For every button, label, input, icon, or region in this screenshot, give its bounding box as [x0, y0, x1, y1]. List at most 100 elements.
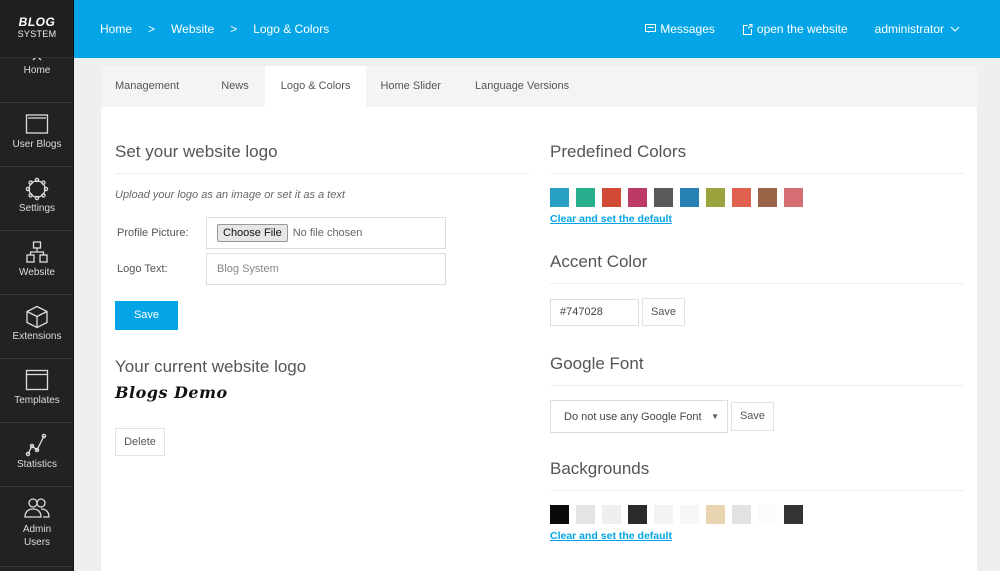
line-chart-icon: [25, 433, 47, 457]
users-icon: [24, 498, 50, 518]
sidebar-label: User Blogs: [12, 139, 62, 150]
background-swatch[interactable]: [758, 505, 777, 524]
divider: [550, 283, 964, 284]
tab-management[interactable]: Management: [101, 66, 207, 107]
logo-hint: Upload your logo as an image or set it a…: [115, 189, 345, 201]
profile-picture-row: Profile Picture: Choose File No file cho…: [115, 217, 529, 249]
logo-text-row: Logo Text: Blog System: [115, 253, 529, 285]
delete-logo-button[interactable]: Delete: [115, 428, 165, 456]
brand-line2: SYSTEM: [17, 29, 57, 39]
background-swatch[interactable]: [576, 505, 595, 524]
clear-colors-link[interactable]: Clear and set the default: [550, 213, 672, 225]
background-swatches: [550, 505, 964, 524]
current-logo-title: Your current website logo: [115, 357, 307, 376]
background-swatch[interactable]: [550, 505, 569, 524]
save-font-button[interactable]: Save: [731, 402, 774, 431]
main-panel: Management News Logo & Colors Home Slide…: [101, 66, 977, 571]
sidebar-item-admin-users[interactable]: Admin Users: [0, 487, 73, 567]
chevron-down-icon: [950, 26, 960, 32]
top-actions: Messages open the website administrator: [618, 22, 960, 36]
sidebar-label: Statistics: [16, 459, 57, 470]
sidebar-label: Settings: [18, 203, 56, 214]
breadcrumb-separator: >: [230, 22, 238, 36]
breadcrumb-current: Logo & Colors: [253, 22, 330, 36]
logo-text-label: Logo Text:: [117, 263, 168, 275]
accent-color-input[interactable]: #747028: [550, 298, 639, 326]
file-input[interactable]: Choose File No file chosen: [206, 217, 446, 249]
background-swatch[interactable]: [732, 505, 751, 524]
logo-text-input[interactable]: Blog System: [206, 253, 446, 285]
caret-down-icon: ▼: [711, 412, 719, 421]
color-swatch[interactable]: [732, 188, 751, 207]
window-icon: [25, 114, 49, 134]
sidebar-label: Extensions: [12, 331, 62, 342]
sidebar-label: Website: [19, 267, 55, 278]
colors-column: Predefined Colors Clear and set the defa…: [550, 142, 964, 544]
sidebar-item-extensions[interactable]: Extensions: [0, 295, 73, 359]
tab-language-versions[interactable]: Language Versions: [461, 66, 583, 107]
color-swatch[interactable]: [550, 188, 569, 207]
choose-file-button[interactable]: Choose File: [217, 224, 288, 242]
color-swatch[interactable]: [576, 188, 595, 207]
accent-color-title: Accent Color: [550, 252, 648, 271]
save-logo-button[interactable]: Save: [115, 301, 178, 330]
google-font-select[interactable]: Do not use any Google Font ▼: [550, 400, 728, 433]
tab-bar: Management News Logo & Colors Home Slide…: [101, 66, 977, 107]
breadcrumb-separator: >: [148, 22, 156, 36]
brand-line1: BLOG: [18, 15, 56, 29]
background-swatch[interactable]: [654, 505, 673, 524]
profile-picture-label: Profile Picture:: [117, 227, 189, 239]
user-menu[interactable]: administrator: [875, 22, 960, 36]
background-swatch[interactable]: [628, 505, 647, 524]
messages-link[interactable]: Messages: [645, 22, 715, 36]
messages-label: Messages: [660, 22, 715, 36]
divider: [115, 173, 529, 174]
background-swatch[interactable]: [706, 505, 725, 524]
sidebar-label: Home: [23, 65, 51, 76]
breadcrumb-home[interactable]: Home: [100, 22, 132, 36]
cube-icon: [26, 305, 48, 329]
sidebar: Home User Blogs Settings Website Extensi…: [0, 0, 74, 571]
tab-logo-colors[interactable]: Logo & Colors: [264, 66, 367, 107]
user-name: administrator: [874, 22, 944, 36]
backgrounds-title: Backgrounds: [550, 459, 650, 478]
color-swatch[interactable]: [628, 188, 647, 207]
sidebar-label: Templates: [14, 395, 60, 406]
tab-news[interactable]: News: [207, 66, 265, 107]
logo-section-title: Set your website logo: [115, 142, 278, 161]
sidebar-item-templates[interactable]: Templates: [0, 359, 73, 423]
color-swatch[interactable]: [758, 188, 777, 207]
open-website-link[interactable]: open the website: [742, 22, 848, 36]
color-swatch[interactable]: [680, 188, 699, 207]
sidebar-item-website[interactable]: Website: [0, 231, 73, 295]
divider: [550, 490, 964, 491]
divider: [550, 385, 964, 386]
divider: [550, 173, 964, 174]
background-swatch[interactable]: [784, 505, 803, 524]
breadcrumb: Home > Website > Logo & Colors: [100, 22, 345, 36]
sidebar-item-user-blogs[interactable]: User Blogs: [0, 103, 73, 167]
sidebar-item-statistics[interactable]: Statistics: [0, 423, 73, 487]
background-swatch[interactable]: [602, 505, 621, 524]
sidebar-item-settings[interactable]: Settings: [0, 167, 73, 231]
color-swatch[interactable]: [784, 188, 803, 207]
color-swatch[interactable]: [602, 188, 621, 207]
clear-backgrounds-link[interactable]: Clear and set the default: [550, 530, 672, 542]
background-swatch[interactable]: [680, 505, 699, 524]
color-swatch[interactable]: [654, 188, 673, 207]
save-accent-button[interactable]: Save: [642, 298, 685, 326]
breadcrumb-website[interactable]: Website: [171, 22, 214, 36]
google-font-title: Google Font: [550, 354, 644, 373]
sidebar-label: Admin: [22, 524, 52, 535]
tab-home-slider[interactable]: Home Slider: [366, 66, 461, 107]
browser-window-icon: [25, 369, 49, 391]
predefined-color-swatches: [550, 188, 964, 207]
external-link-icon: [742, 23, 753, 35]
sidebar-label: Users: [23, 537, 51, 548]
sitemap-icon: [26, 241, 48, 263]
brand-logo[interactable]: BLOG SYSTEM: [0, 0, 73, 58]
color-swatch[interactable]: [706, 188, 725, 207]
message-icon: [645, 24, 657, 33]
sidebar-nav: Home User Blogs Settings Website Extensi…: [0, 39, 73, 567]
predefined-colors-title: Predefined Colors: [550, 142, 687, 161]
